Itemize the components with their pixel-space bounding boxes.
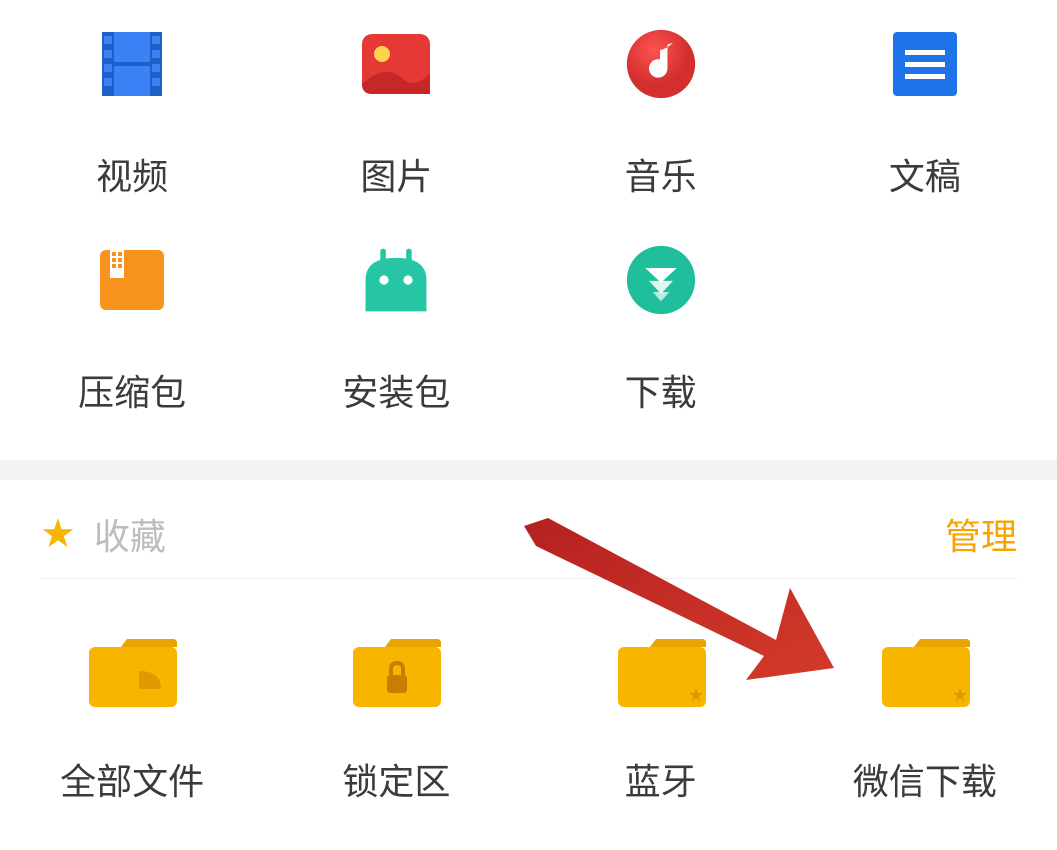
svg-text:★: ★ bbox=[952, 685, 968, 705]
folders-grid: 全部文件 锁定区 ★ 蓝牙 bbox=[0, 635, 1057, 835]
category-empty bbox=[793, 244, 1057, 460]
category-music[interactable]: 音乐 bbox=[529, 28, 793, 244]
category-label: 压缩包 bbox=[78, 364, 186, 416]
category-picture[interactable]: 图片 bbox=[264, 28, 528, 244]
folder-star-icon: ★ bbox=[880, 635, 970, 709]
picture-icon bbox=[360, 28, 432, 100]
video-icon bbox=[96, 28, 168, 100]
folder-lock-icon bbox=[351, 635, 441, 709]
folder-locked[interactable]: 锁定区 bbox=[264, 635, 528, 835]
folder-star-icon: ★ bbox=[616, 635, 706, 709]
download-icon bbox=[625, 244, 697, 316]
category-apk[interactable]: 安装包 bbox=[264, 244, 528, 460]
section-divider bbox=[0, 460, 1057, 480]
folder-label: 锁定区 bbox=[342, 753, 450, 805]
category-section: 视频 图片 音乐 bbox=[0, 0, 1057, 460]
category-video[interactable]: 视频 bbox=[0, 28, 264, 244]
apk-icon bbox=[360, 244, 432, 316]
favorites-title: 收藏 bbox=[94, 508, 166, 560]
category-document[interactable]: 文稿 bbox=[793, 28, 1057, 244]
category-grid: 视频 图片 音乐 bbox=[0, 28, 1057, 460]
folder-all-files[interactable]: 全部文件 bbox=[0, 635, 264, 835]
manage-button[interactable]: 管理 bbox=[945, 508, 1017, 560]
folder-bluetooth[interactable]: ★ 蓝牙 bbox=[529, 635, 793, 835]
folder-label: 蓝牙 bbox=[625, 753, 697, 805]
category-archive[interactable]: 压缩包 bbox=[0, 244, 264, 460]
category-label: 图片 bbox=[360, 148, 432, 200]
music-icon bbox=[625, 28, 697, 100]
archive-icon bbox=[96, 244, 168, 316]
star-icon: ★ bbox=[40, 514, 76, 554]
folder-all-icon bbox=[87, 635, 177, 709]
favorites-header: ★ 收藏 管理 bbox=[0, 480, 1057, 578]
category-label: 安装包 bbox=[342, 364, 450, 416]
svg-text:★: ★ bbox=[688, 685, 704, 705]
folder-wechat-download[interactable]: ★ 微信下载 bbox=[793, 635, 1057, 835]
category-label: 文稿 bbox=[889, 148, 961, 200]
folder-label: 微信下载 bbox=[853, 753, 997, 805]
folders-section: 全部文件 锁定区 ★ 蓝牙 bbox=[0, 579, 1057, 835]
category-download[interactable]: 下载 bbox=[529, 244, 793, 460]
category-label: 视频 bbox=[96, 148, 168, 200]
category-label: 音乐 bbox=[625, 148, 697, 200]
category-label: 下载 bbox=[625, 364, 697, 416]
folder-label: 全部文件 bbox=[60, 753, 204, 805]
document-icon bbox=[889, 28, 961, 100]
